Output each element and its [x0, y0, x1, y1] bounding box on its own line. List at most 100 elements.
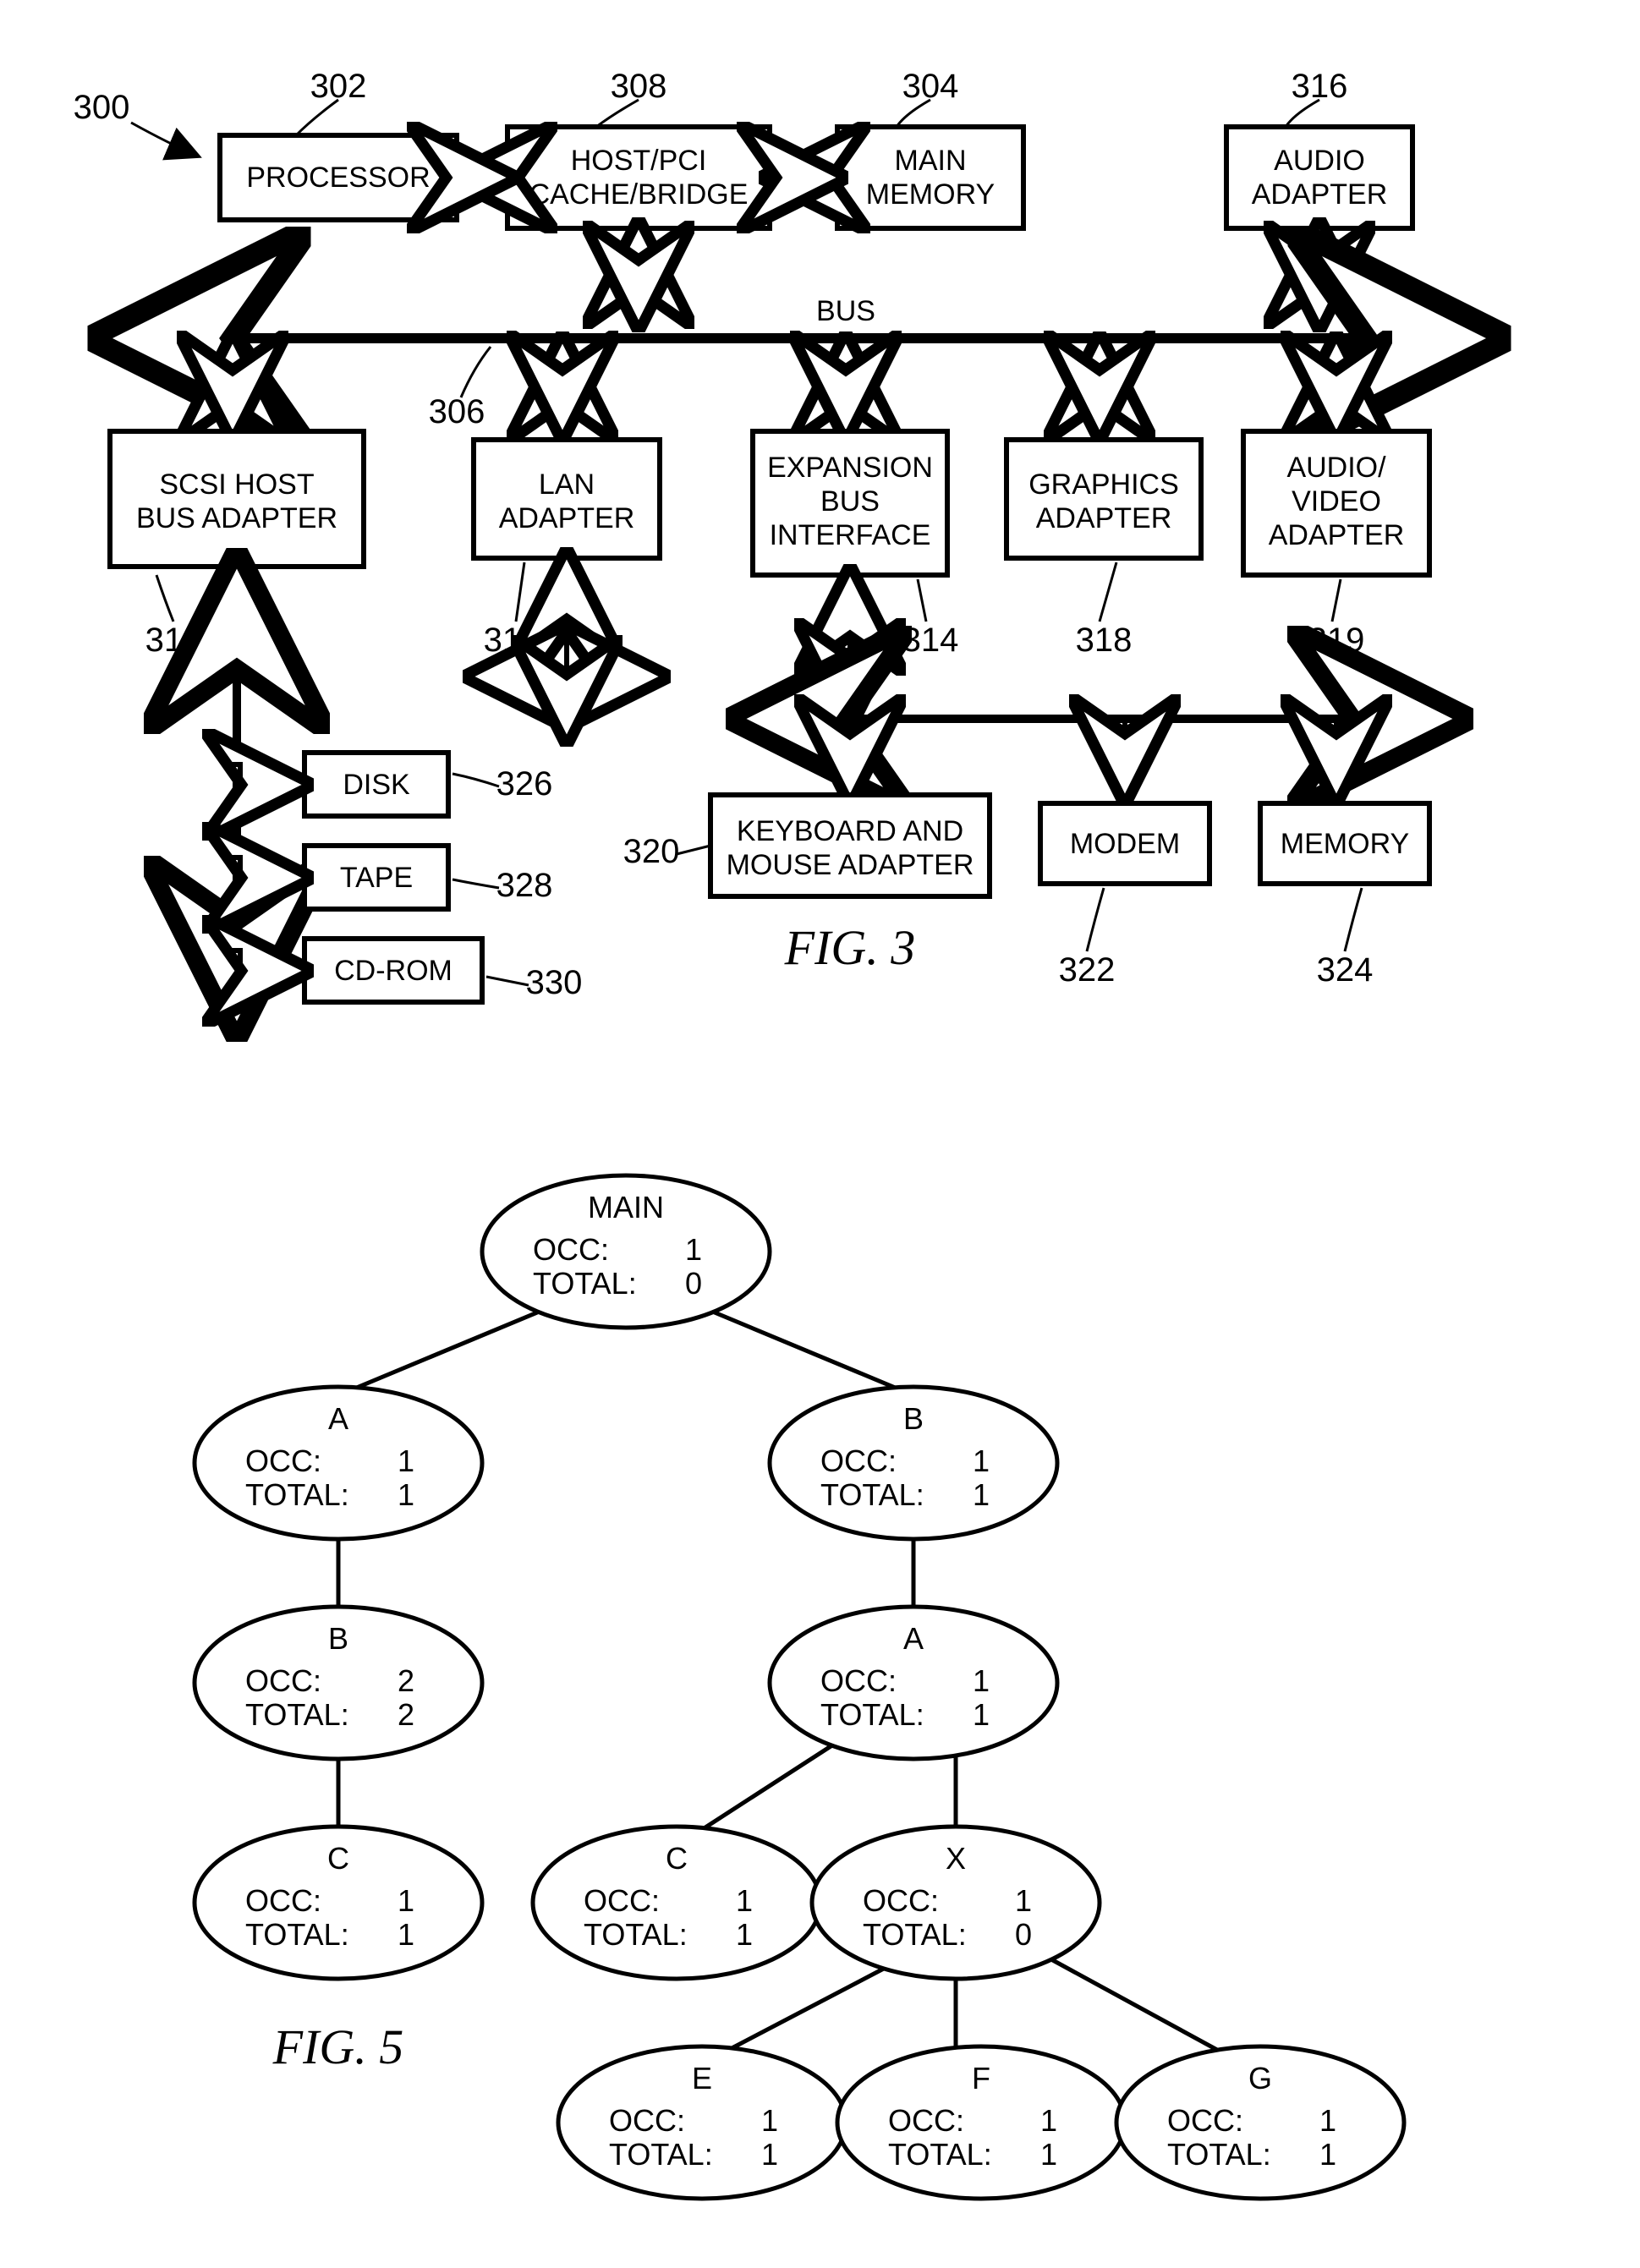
svg-text:TOTAL:: TOTAL: [609, 2137, 713, 2172]
svg-text:OCC:: OCC: [584, 1883, 660, 1918]
svg-text:0: 0 [1015, 1917, 1032, 1952]
svg-text:X: X [946, 1841, 966, 1876]
svg-text:C: C [327, 1841, 349, 1876]
expbus-block: EXPANSION BUS INTERFACE [753, 431, 947, 575]
svg-text:TOTAL:: TOTAL: [245, 1917, 349, 1952]
svg-text:INTERFACE: INTERFACE [770, 519, 931, 551]
svg-text:322: 322 [1059, 951, 1116, 989]
svg-text:F: F [972, 2061, 990, 2095]
svg-text:KEYBOARD AND: KEYBOARD AND [737, 815, 963, 847]
svg-text:1: 1 [736, 1883, 753, 1918]
svg-text:2: 2 [398, 1697, 414, 1732]
hostpci-block: HOST/PCI CACHE/BRIDGE [507, 127, 770, 228]
svg-text:TOTAL:: TOTAL: [245, 1477, 349, 1512]
svg-text:1: 1 [1319, 2137, 1336, 2172]
svg-text:ADAPTER: ADAPTER [499, 502, 635, 534]
svg-text:302: 302 [310, 68, 367, 105]
svg-text:SCSI HOST: SCSI HOST [159, 468, 314, 501]
kbm-block: KEYBOARD AND MOUSE ADAPTER [710, 795, 990, 896]
svg-text:308: 308 [611, 68, 667, 105]
svg-text:B: B [903, 1401, 924, 1436]
tape-block: TAPE [304, 846, 448, 909]
svg-text:0: 0 [685, 1266, 702, 1301]
svg-text:OCC:: OCC: [820, 1663, 897, 1698]
fig5: MAIN OCC: 1 TOTAL: 0 A OCC: 1 TOTAL: 1 B… [195, 1175, 1404, 2199]
node-a-left: A OCC: 1 TOTAL: 1 [195, 1387, 482, 1539]
svg-text:B: B [328, 1621, 348, 1656]
svg-text:1: 1 [761, 2103, 778, 2138]
svg-text:310: 310 [484, 622, 540, 659]
node-x: X OCC: 1 TOTAL: 0 [812, 1827, 1100, 1979]
fig3: PROCESSOR HOST/PCI CACHE/BRIDGE MAIN MEM… [74, 68, 1489, 1023]
svg-text:ADAPTER: ADAPTER [1036, 502, 1172, 534]
svg-text:320: 320 [623, 833, 680, 870]
svg-text:MEMORY: MEMORY [866, 178, 995, 211]
memory-block: MEMORY [1260, 803, 1429, 884]
svg-text:318: 318 [1076, 622, 1133, 659]
svg-text:CD-ROM: CD-ROM [334, 955, 453, 987]
av-block: AUDIO/ VIDEO ADAPTER [1243, 431, 1429, 575]
svg-text:DISK: DISK [343, 769, 410, 801]
node-g: G OCC: 1 TOTAL: 1 [1116, 2046, 1404, 2199]
mainmem-block: MAIN MEMORY [837, 127, 1023, 228]
svg-text:LAN: LAN [539, 468, 595, 501]
svg-text:1: 1 [1015, 1883, 1032, 1918]
svg-text:326: 326 [496, 765, 553, 803]
graphics-block: GRAPHICS ADAPTER [1006, 440, 1201, 558]
svg-text:BUS ADAPTER: BUS ADAPTER [136, 502, 337, 534]
svg-text:OCC:: OCC: [533, 1232, 609, 1267]
lan-block: LAN ADAPTER [474, 440, 660, 558]
fig3-main-ref: 300 [74, 89, 130, 126]
svg-text:1: 1 [973, 1663, 990, 1698]
scsi-block: SCSI HOST BUS ADAPTER [110, 431, 364, 567]
svg-text:MAIN: MAIN [588, 1190, 664, 1224]
svg-text:1: 1 [1319, 2103, 1336, 2138]
svg-text:VIDEO: VIDEO [1292, 485, 1381, 518]
svg-text:OCC:: OCC: [820, 1444, 897, 1478]
svg-text:1: 1 [1040, 2137, 1057, 2172]
svg-text:TOTAL:: TOTAL: [1167, 2137, 1271, 2172]
svg-text:304: 304 [902, 68, 959, 105]
svg-text:MODEM: MODEM [1070, 828, 1180, 860]
svg-text:1: 1 [1040, 2103, 1057, 2138]
fig5-caption: FIG. 5 [272, 2019, 404, 2074]
audio-block: AUDIO ADAPTER [1226, 127, 1412, 228]
svg-text:ADAPTER: ADAPTER [1252, 178, 1388, 211]
svg-text:2: 2 [398, 1663, 414, 1698]
svg-text:TOTAL:: TOTAL: [245, 1697, 349, 1732]
svg-text:G: G [1248, 2061, 1272, 2095]
svg-text:312: 312 [145, 622, 202, 659]
svg-text:MEMORY: MEMORY [1281, 828, 1409, 860]
node-b-left: B OCC: 2 TOTAL: 2 [195, 1607, 482, 1759]
svg-text:1: 1 [736, 1917, 753, 1952]
svg-text:324: 324 [1317, 951, 1374, 989]
svg-text:OCC:: OCC: [863, 1883, 939, 1918]
svg-text:TOTAL:: TOTAL: [820, 1477, 924, 1512]
node-b-right: B OCC: 1 TOTAL: 1 [770, 1387, 1057, 1539]
disk-block: DISK [304, 753, 448, 816]
svg-text:316: 316 [1292, 68, 1348, 105]
node-c-left: C OCC: 1 TOTAL: 1 [195, 1827, 482, 1979]
node-main: MAIN OCC: 1 TOTAL: 0 [482, 1175, 770, 1328]
svg-text:AUDIO/: AUDIO/ [1286, 452, 1386, 484]
svg-text:1: 1 [761, 2137, 778, 2172]
modem-block: MODEM [1040, 803, 1209, 884]
fig3-caption: FIG. 3 [784, 920, 916, 975]
processor-label: PROCESSOR [246, 162, 430, 194]
svg-text:330: 330 [526, 964, 583, 1001]
svg-text:1: 1 [973, 1697, 990, 1732]
svg-text:E: E [692, 2061, 712, 2095]
svg-text:OCC:: OCC: [245, 1663, 321, 1698]
svg-text:MAIN: MAIN [895, 145, 967, 177]
svg-text:314: 314 [902, 622, 959, 659]
svg-text:GRAPHICS: GRAPHICS [1028, 468, 1179, 501]
svg-text:328: 328 [496, 867, 553, 904]
svg-text:AUDIO: AUDIO [1274, 145, 1365, 177]
svg-text:306: 306 [429, 393, 485, 430]
svg-text:A: A [903, 1621, 924, 1656]
svg-text:MOUSE ADAPTER: MOUSE ADAPTER [727, 849, 974, 881]
svg-text:OCC:: OCC: [245, 1883, 321, 1918]
svg-text:1: 1 [973, 1477, 990, 1512]
svg-text:1: 1 [398, 1883, 414, 1918]
svg-text:HOST/PCI: HOST/PCI [571, 145, 707, 177]
